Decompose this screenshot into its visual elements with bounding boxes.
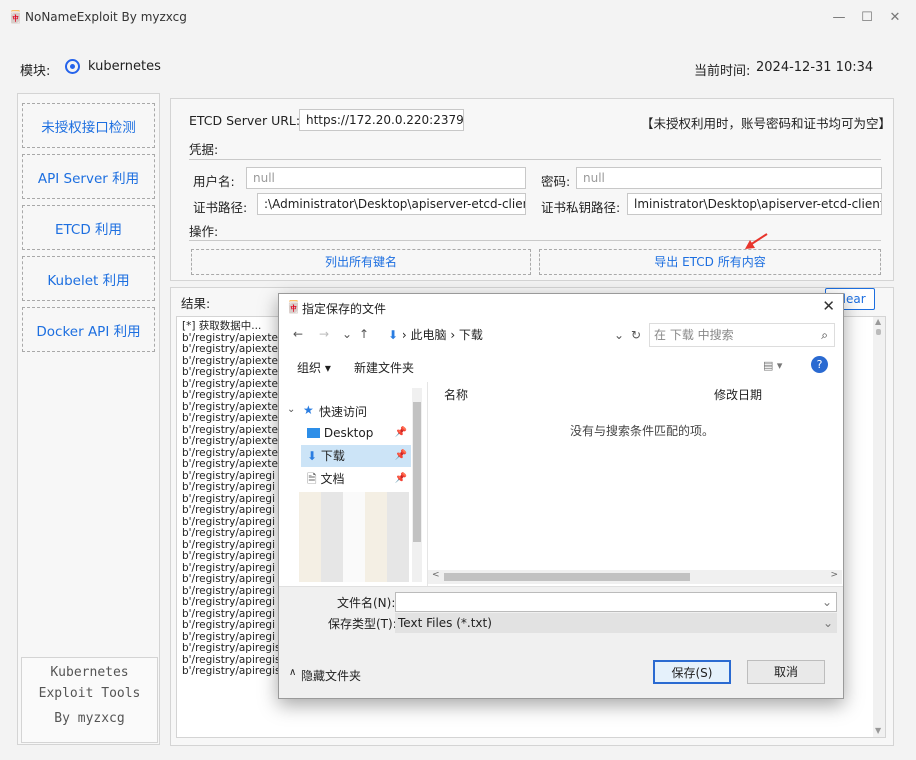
blurred-items — [299, 492, 409, 582]
divider — [189, 240, 881, 241]
minimize-button[interactable]: — — [827, 8, 851, 28]
username-input[interactable]: null — [246, 167, 526, 189]
brand-line-1: Kubernetes — [50, 665, 129, 680]
module-value[interactable]: kubernetes — [88, 59, 161, 74]
search-input[interactable]: 在 下载 中搜索 ⌕ — [649, 323, 835, 347]
address-bar[interactable]: ⬇ › 此电脑 › 下载 ⌄ ↻ — [384, 325, 647, 345]
title-bar: 🀄 NoNameExploit By myzxcg — ☐ ✕ — [0, 0, 916, 36]
file-list-pane: 名称 修改日期 没有与搜索条件匹配的项。 < > — [427, 382, 843, 586]
results-label: 结果: — [181, 296, 211, 311]
notice-text: 【未授权利用时，账号密码和证书均可为空】 — [641, 116, 892, 131]
save-button[interactable]: 保存(S) — [653, 660, 731, 684]
filetype-value: Text Files (*.txt) — [398, 616, 492, 630]
divider — [189, 159, 881, 160]
nav-item-label: 下载 — [320, 449, 345, 463]
dialog-close-icon[interactable]: ✕ — [822, 297, 835, 315]
nav-scrollbar[interactable] — [412, 388, 422, 582]
red-arrow-icon — [745, 233, 768, 249]
pin-icon: 📌 — [394, 427, 407, 438]
cert-path-input[interactable]: :\Administrator\Desktop\apiserver-etcd-c… — [257, 193, 526, 215]
maximize-button[interactable]: ☐ — [855, 8, 879, 28]
pin-icon: 📌 — [394, 450, 407, 461]
sidebar: 未授权接口检测 API Server 利用 ETCD 利用 Kubelet 利用… — [17, 93, 160, 745]
chevron-down-icon[interactable]: ⌄ — [822, 593, 832, 611]
app-icon: 🀄 — [8, 10, 23, 24]
filetype-label: 保存类型(T): — [328, 617, 397, 631]
brand-box: Kubernetes Exploit Tools By myzxcg — [21, 657, 158, 743]
help-icon[interactable]: ? — [811, 356, 828, 373]
desktop-icon — [307, 428, 320, 438]
horizontal-scrollbar[interactable]: < > — [428, 570, 842, 584]
organize-button[interactable]: 组织 ▾ — [297, 359, 331, 376]
new-folder-button[interactable]: 新建文件夹 — [354, 359, 414, 376]
save-file-dialog: 🀄 指定保存的文件 ✕ ← → ⌄ ↑ ⬇ › 此电脑 › 下载 ⌄ ↻ 在 下… — [278, 293, 844, 699]
cancel-button[interactable]: 取消 — [747, 660, 825, 684]
download-icon: ⬇ — [388, 328, 399, 342]
forward-icon[interactable]: → — [319, 327, 329, 341]
nav-item-downloads[interactable]: ⬇ 下载 📌 — [301, 445, 411, 467]
dialog-nav-bar: ← → ⌄ ↑ ⬇ › 此电脑 › 下载 ⌄ ↻ 在 下载 中搜索 ⌕ — [279, 322, 843, 348]
download-icon: ⬇ — [307, 449, 318, 463]
time-value: 2024-12-31 10:34 — [756, 60, 874, 75]
back-icon[interactable]: ← — [293, 327, 303, 341]
username-label: 用户名: — [193, 174, 235, 189]
dialog-toolbar: 组织 ▾ 新建文件夹 ▤ ▾ ? — [279, 352, 843, 380]
nav-item-documents[interactable]: 🗎 文档 📌 — [301, 468, 411, 490]
address-dropdown-icon[interactable]: ⌄ — [614, 325, 624, 345]
sidebar-item-etcd[interactable]: ETCD 利用 — [22, 205, 155, 250]
quick-access-label[interactable]: 快速访问 — [319, 403, 367, 420]
export-etcd-button[interactable]: 导出 ETCD 所有内容 — [539, 249, 881, 275]
sidebar-item-kubelet[interactable]: Kubelet 利用 — [22, 256, 155, 301]
navigation-pane: ⌄ ★ 快速访问 Desktop 📌 ⬇ 下载 📌 🗎 文档 📌 — [279, 382, 427, 586]
app-icon: 🀄 — [286, 300, 301, 314]
chevron-down-icon: ⌄ — [822, 616, 833, 630]
hide-folders-toggle[interactable]: 隐藏文件夹 — [301, 667, 361, 684]
config-panel: ETCD Server URL: https://172.20.0.220:23… — [170, 98, 894, 281]
filename-label: 文件名(N): — [337, 596, 396, 610]
document-icon: 🗎 — [307, 472, 317, 486]
url-input[interactable]: https://172.20.0.220:2379 — [299, 109, 464, 131]
filename-input[interactable]: ⌄ — [395, 592, 837, 612]
sidebar-item-unauth-check[interactable]: 未授权接口检测 — [22, 103, 155, 148]
close-button[interactable]: ✕ — [883, 8, 907, 28]
chevron-up-icon[interactable]: ∧ — [289, 667, 296, 678]
time-label: 当前时间: — [694, 64, 751, 79]
key-path-input[interactable]: lministrator\Desktop\apiserver-etcd-clie… — [627, 193, 882, 215]
key-path-label: 证书私钥路径: — [541, 200, 621, 215]
refresh-icon[interactable]: ↻ — [631, 325, 641, 345]
nav-item-label: Desktop — [323, 426, 374, 440]
address-path: › 此电脑 › 下载 — [401, 328, 483, 342]
vertical-scrollbar[interactable]: ▲ ▼ — [873, 317, 885, 737]
sidebar-item-docker-api[interactable]: Docker API 利用 — [22, 307, 155, 352]
column-modified[interactable]: 修改日期 — [714, 386, 762, 403]
dialog-bottom: 文件名(N): ⌄ 保存类型(T): Text Files (*.txt) ⌄ … — [279, 586, 843, 698]
view-options-icon[interactable]: ▤ ▾ — [763, 359, 782, 372]
nav-item-label: 文档 — [320, 472, 345, 486]
dialog-title: 指定保存的文件 — [302, 302, 387, 316]
search-icon: ⌕ — [821, 328, 828, 342]
filetype-select[interactable]: Text Files (*.txt) ⌄ — [395, 613, 837, 633]
module-radio[interactable] — [65, 59, 80, 74]
pin-icon: 📌 — [394, 473, 407, 484]
window-title: NoNameExploit By myzxcg — [25, 10, 187, 24]
module-label: 模块: — [20, 64, 51, 79]
operation-label: 操作: — [189, 224, 219, 239]
nav-item-desktop[interactable]: Desktop 📌 — [301, 422, 411, 444]
recent-locations-icon[interactable]: ⌄ — [342, 327, 352, 341]
credentials-label: 凭据: — [189, 142, 219, 157]
sidebar-item-apiserver[interactable]: API Server 利用 — [22, 154, 155, 199]
up-icon[interactable]: ↑ — [359, 327, 369, 341]
chevron-down-icon[interactable]: ⌄ — [287, 404, 295, 415]
search-placeholder: 在 下载 中搜索 — [654, 328, 734, 342]
cert-path-label: 证书路径: — [193, 200, 248, 215]
password-label: 密码: — [541, 174, 571, 189]
brand-line-2: Exploit Tools — [38, 686, 141, 701]
password-input[interactable]: null — [576, 167, 882, 189]
empty-message: 没有与搜索条件匹配的项。 — [570, 424, 715, 438]
column-name[interactable]: 名称 — [444, 386, 468, 403]
url-label: ETCD Server URL: — [189, 113, 301, 128]
brand-line-3: By myzxcg — [54, 711, 125, 726]
star-icon: ★ — [303, 403, 314, 417]
list-keys-button[interactable]: 列出所有键名 — [191, 249, 531, 275]
